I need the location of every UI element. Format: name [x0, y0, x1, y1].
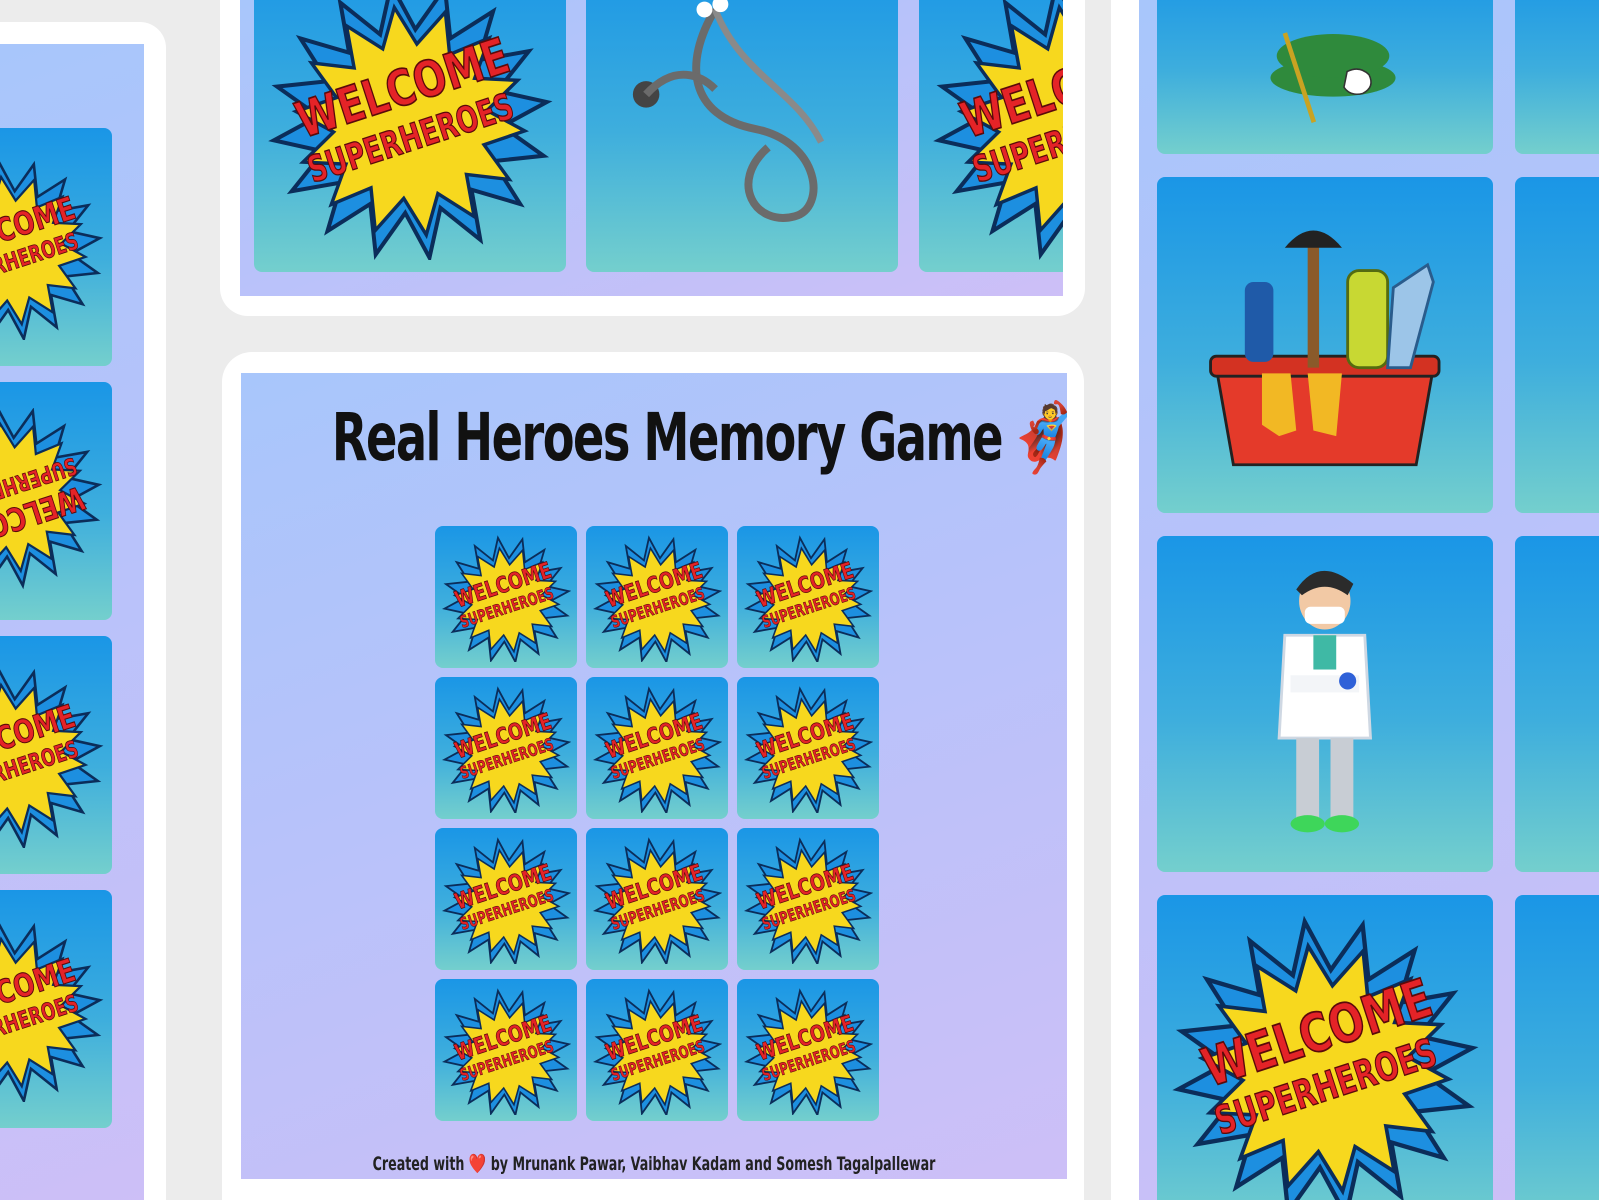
welcome-superheroes-burst-icon: WELCOMESUPERHEROES — [933, 0, 1063, 260]
memory-card[interactable]: WELCOME SUPERHEROES — [586, 828, 728, 970]
memory-card[interactable]: WELCOME SUPERHEROES — [586, 979, 728, 1121]
welcome-superheroes-burst-icon: WELCOMESUPERHEROES — [743, 836, 874, 965]
heart-icon: ❤️ — [468, 1153, 487, 1175]
memory-card[interactable]: WELCOME SUPERHEROES — [435, 526, 577, 668]
welcome-superheroes-burst-icon: WELCOMESUPERHEROES — [592, 987, 723, 1116]
welcome-superheroes-burst-icon: WELCOMESUPERHEROES — [0, 158, 104, 340]
right-card-1[interactable] — [1157, 0, 1493, 154]
main-device-frame: Real Heroes Memory Game🦸 WELCOMESUPERHER… — [222, 352, 1084, 1200]
welcome-superheroes-burst-icon: WELCOMESUPERHEROES — [1172, 916, 1479, 1200]
top-card-3[interactable]: WELCOME SUPERHEROES — [919, 0, 1063, 272]
welcome-superheroes-burst-icon: WELCOMESUPERHEROES — [441, 534, 572, 663]
cleaning-bucket-icon — [1209, 230, 1441, 467]
left-device-screen: WELCOME SUPERHEROES WELCOME SUPERHEROES WE… — [0, 44, 144, 1200]
right-card-2[interactable] — [1157, 177, 1493, 513]
left-device-frame: WELCOME SUPERHEROES WELCOME SUPERHEROES WE… — [0, 22, 166, 1200]
left-card-2[interactable]: WELCOME SUPERHEROES — [0, 382, 112, 620]
left-card-1[interactable]: WELCOME SUPERHEROES — [0, 128, 112, 366]
welcome-superheroes-burst-icon: WELCOMESUPERHEROES — [268, 0, 553, 260]
memory-card[interactable]: WELCOME SUPERHEROES — [435, 828, 577, 970]
welcome-superheroes-burst-icon: WELCOMESUPERHEROES — [743, 987, 874, 1116]
top-card-2[interactable] — [586, 0, 898, 272]
page-title: Real Heroes Memory Game🦸 — [332, 399, 1067, 477]
welcome-superheroes-burst-icon: WELCOMESUPERHEROES — [743, 685, 874, 814]
top-card-1[interactable]: WELCOME SUPERHEROES — [254, 0, 566, 272]
memory-card[interactable]: WELCOME SUPERHEROES — [737, 526, 879, 668]
superhero-emoji-icon: 🦸 — [1003, 399, 1067, 477]
right-device-frame: WELCOME SUPERHEROES — [1111, 0, 1599, 1200]
welcome-superheroes-burst-icon: WELCOMESUPERHEROES — [441, 836, 572, 965]
welcome-superheroes-burst-icon: WELCOMESUPERHEROES — [592, 836, 723, 965]
right-card-2b[interactable] — [1515, 177, 1599, 513]
memory-card[interactable]: WELCOME SUPERHEROES — [737, 677, 879, 819]
credits-footer: Created with ❤️ by Mrunank Pawar, Vaibha… — [372, 1153, 936, 1175]
right-card-4[interactable]: WELCOME SUPERHEROES — [1157, 895, 1493, 1200]
memory-card[interactable]: WELCOME SUPERHEROES — [435, 979, 577, 1121]
right-card-3[interactable] — [1157, 536, 1493, 872]
welcome-superheroes-burst-icon: WELCOMESUPERHEROES — [0, 920, 104, 1102]
top-device-frame: WELCOME SUPERHEROES WELCOME SUPERHEROES — [220, 0, 1085, 316]
right-card-3b[interactable] — [1515, 536, 1599, 872]
welcome-superheroes-burst-icon: WELCOMESUPERHEROES — [592, 685, 723, 814]
memory-card[interactable]: WELCOME SUPERHEROES — [737, 828, 879, 970]
top-device-screen: WELCOME SUPERHEROES WELCOME SUPERHEROES — [240, 0, 1063, 296]
welcome-superheroes-burst-icon: WELCOMESUPERHEROES — [592, 534, 723, 663]
memory-card[interactable]: WELCOME SUPERHEROES — [586, 677, 728, 819]
welcome-superheroes-burst-icon: WELCOMESUPERHEROES — [0, 408, 103, 590]
doctor-icon — [1277, 571, 1373, 833]
right-device-screen: WELCOME SUPERHEROES — [1139, 0, 1599, 1200]
left-card-4[interactable]: WELCOME SUPERHEROES — [0, 890, 112, 1128]
main-game-screen: Real Heroes Memory Game🦸 WELCOMESUPERHER… — [241, 373, 1067, 1179]
memory-card[interactable]: WELCOME SUPERHEROES — [586, 526, 728, 668]
memory-card[interactable]: WELCOME SUPERHEROES — [737, 979, 879, 1121]
right-card-4b[interactable] — [1515, 895, 1599, 1200]
welcome-superheroes-burst-icon: WELCOMESUPERHEROES — [0, 666, 104, 848]
flag-hand-icon — [1270, 32, 1396, 123]
welcome-superheroes-burst-icon: WELCOMESUPERHEROES — [441, 987, 572, 1116]
memory-card[interactable]: WELCOME SUPERHEROES — [435, 677, 577, 819]
left-card-3[interactable]: WELCOME SUPERHEROES — [0, 636, 112, 874]
right-card-1b[interactable] — [1515, 0, 1599, 154]
welcome-superheroes-burst-icon: WELCOMESUPERHEROES — [441, 685, 572, 814]
welcome-superheroes-burst-icon: WELCOMESUPERHEROES — [743, 534, 874, 663]
stethoscope-icon — [633, 0, 825, 223]
